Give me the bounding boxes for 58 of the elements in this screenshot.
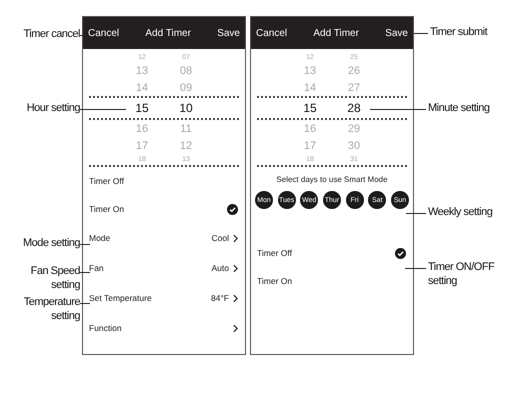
hour-value[interactable]: 17 [295, 140, 325, 152]
callout-label: Timer cancel [22, 27, 80, 41]
hour-value[interactable]: 15 [295, 101, 325, 115]
hour-value[interactable]: 13 [295, 64, 325, 76]
save-button[interactable]: Save [385, 28, 408, 38]
leader-line [80, 303, 90, 304]
minute-value[interactable]: 10 [171, 101, 201, 115]
minute-value[interactable]: 08 [171, 64, 201, 76]
callout-label: Mode setting [22, 236, 80, 250]
hour-value[interactable]: 14 [295, 82, 325, 94]
setting-value: Auto [212, 263, 229, 273]
timer-option[interactable]: Timer Off [89, 176, 124, 186]
minute-value[interactable]: 27 [339, 82, 369, 94]
minute-value[interactable]: 11 [171, 122, 201, 134]
minute-value[interactable]: 09 [171, 82, 201, 94]
callout-label: Timer submit [430, 25, 489, 39]
leader-line [405, 268, 426, 269]
screen-title: Add Timer [145, 28, 191, 38]
screen-title: Add Timer [313, 28, 359, 38]
setting-label[interactable]: Set Temperature [89, 293, 152, 303]
cancel-button[interactable]: Cancel [88, 28, 120, 38]
hour-value[interactable]: 16 [127, 122, 157, 134]
hour-value[interactable]: 14 [127, 82, 157, 94]
minute-value[interactable]: 30 [339, 140, 369, 152]
chevron-icon [233, 264, 238, 272]
leader-line [80, 244, 90, 245]
save-button[interactable]: Save [217, 28, 240, 38]
setting-label[interactable]: Function [89, 323, 122, 333]
chevron-icon [233, 234, 238, 242]
timer-option[interactable]: Timer On [89, 204, 124, 214]
callout-label: Minute setting [428, 101, 490, 115]
callout-label: Weekly setting [428, 205, 494, 219]
hour-value[interactable]: 16 [295, 122, 325, 134]
timer-option[interactable]: Timer Off [257, 248, 292, 258]
minute-value[interactable]: 28 [339, 101, 369, 115]
cancel-button[interactable]: Cancel [256, 28, 288, 38]
minute-value[interactable]: 26 [339, 64, 369, 76]
callout-label: Timer ON/OFF setting [428, 260, 496, 288]
leader-line [80, 272, 90, 273]
callout-label: Fan Speed setting [30, 264, 80, 292]
hour-value[interactable]: 13 [127, 64, 157, 76]
leader-line [370, 109, 426, 110]
setting-label[interactable]: Fan [89, 263, 104, 273]
leader-line [406, 213, 426, 214]
hour-value[interactable]: 17 [127, 140, 157, 152]
callout-label: Hour setting [26, 101, 80, 115]
setting-value: 84°F [210, 293, 229, 303]
callout-label: Temperature setting [22, 295, 80, 323]
setting-value: Cool [212, 233, 229, 243]
hour-value[interactable]: 15 [127, 101, 157, 115]
timer-option[interactable]: Timer On [257, 276, 292, 286]
leader-line [80, 109, 126, 110]
minute-value[interactable]: 29 [339, 122, 369, 134]
minute-value[interactable]: 12 [171, 140, 201, 152]
chevron-icon [233, 294, 238, 302]
chevron-icon [233, 324, 238, 332]
setting-label[interactable]: Mode [89, 233, 110, 243]
days-prompt: Select days to use Smart Mode [275, 174, 389, 186]
